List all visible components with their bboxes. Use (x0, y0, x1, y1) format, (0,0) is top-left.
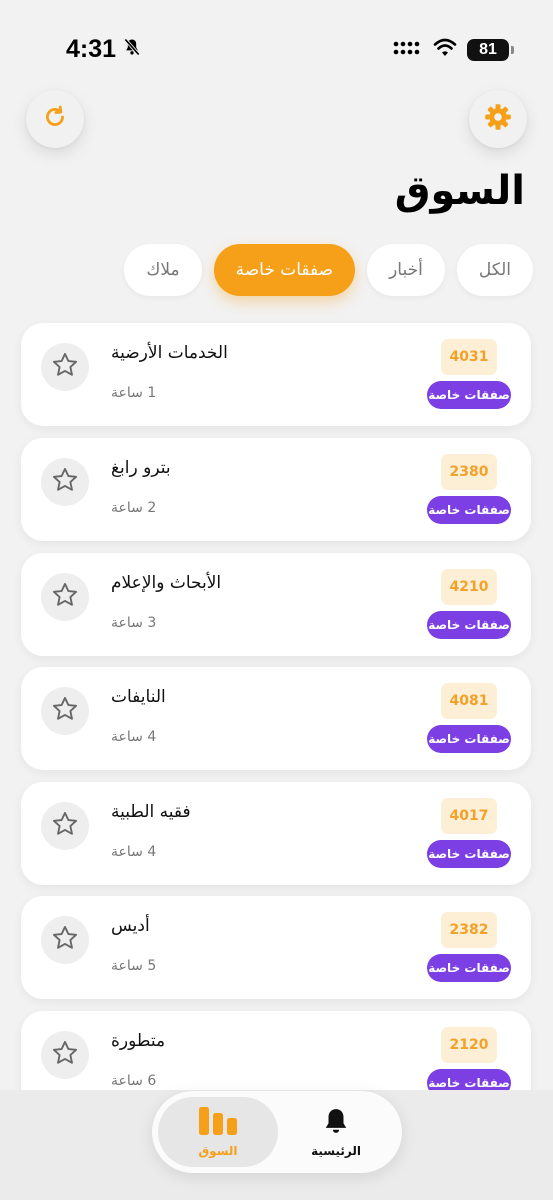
bell-icon (321, 1106, 351, 1140)
category-badge: صفقات خاصة (427, 840, 511, 868)
favorite-button[interactable] (41, 573, 89, 621)
category-badge: صفقات خاصة (427, 1069, 511, 1090)
bell-muted-icon (122, 37, 142, 61)
category-badge: صفقات خاصة (427, 611, 511, 639)
time-group: 4:31 (66, 35, 142, 64)
favorite-button[interactable] (41, 687, 89, 735)
item-title: بترو رابغ (111, 458, 171, 478)
tab-home[interactable]: الرئيسية (276, 1097, 396, 1167)
favorite-button[interactable] (41, 916, 89, 964)
list-item[interactable]: الأبحاث والإعلام 3 ساعة 4210 صفقات خاصة (21, 553, 531, 656)
gear-icon (483, 102, 513, 136)
tab-home-label: الرئيسية (311, 1144, 361, 1158)
item-time: 6 ساعة (111, 1073, 157, 1089)
category-badge: صفقات خاصة (427, 381, 511, 409)
wifi-icon (433, 38, 457, 62)
star-icon (51, 810, 79, 842)
favorite-button[interactable] (41, 1031, 89, 1079)
refresh-button[interactable] (26, 90, 84, 148)
star-icon (51, 924, 79, 956)
item-title: الخدمات الأرضية (111, 343, 228, 363)
filter-private-deals[interactable]: صفقات خاصة (213, 244, 356, 296)
stock-code-badge: 2120 (441, 1027, 497, 1063)
filter-bar: الكل أخبار صفقات خاصة ملاك (124, 244, 533, 298)
filter-owners[interactable]: ملاك (124, 244, 202, 296)
item-title: النايفات (111, 687, 166, 707)
star-icon (51, 1039, 79, 1071)
signal-icon (393, 38, 423, 62)
list-item[interactable]: النايفات 4 ساعة 4081 صفقات خاصة (21, 667, 531, 770)
item-title: متطورة (111, 1031, 166, 1051)
bar-chart-icon (198, 1106, 238, 1140)
settings-button[interactable] (469, 90, 527, 148)
stock-code-badge: 2382 (441, 912, 497, 948)
list-item[interactable]: بترو رابغ 2 ساعة 2380 صفقات خاصة (21, 438, 531, 541)
star-icon (51, 581, 79, 613)
favorite-button[interactable] (41, 802, 89, 850)
list-item[interactable]: الخدمات الأرضية 1 ساعة 4031 صفقات خاصة (21, 323, 531, 426)
filter-all[interactable]: الكل (456, 244, 533, 296)
item-time: 4 ساعة (111, 844, 157, 860)
status-time: 4:31 (66, 34, 117, 63)
bottom-tab-bar: السوق الرئيسية (152, 1091, 402, 1173)
item-time: 2 ساعة (111, 500, 157, 516)
item-time: 1 ساعة (111, 385, 157, 401)
item-title: أديس (111, 916, 150, 936)
favorite-button[interactable] (41, 458, 89, 506)
list-item[interactable]: أديس 5 ساعة 2382 صفقات خاصة (21, 896, 531, 999)
stock-code-badge: 4031 (441, 339, 497, 375)
stock-code-badge: 2380 (441, 454, 497, 490)
status-icons: 81 (393, 38, 514, 62)
item-title: الأبحاث والإعلام (111, 573, 222, 593)
item-time: 5 ساعة (111, 958, 157, 974)
item-title: فقيه الطبية (111, 802, 191, 822)
favorite-button[interactable] (41, 343, 89, 391)
star-icon (51, 695, 79, 727)
star-icon (51, 351, 79, 383)
page-title: السوق (394, 168, 525, 214)
star-icon (51, 466, 79, 498)
category-badge: صفقات خاصة (427, 725, 511, 753)
feed-list[interactable]: الخدمات الأرضية 1 ساعة 4031 صفقات خاصة ب… (0, 318, 553, 1090)
stock-code-badge: 4017 (441, 798, 497, 834)
battery-indicator: 81 (467, 39, 514, 61)
refresh-icon (41, 103, 69, 135)
category-badge: صفقات خاصة (427, 496, 511, 524)
status-bar: 4:31 81 (0, 0, 553, 100)
item-time: 4 ساعة (111, 729, 157, 745)
list-item[interactable]: متطورة 6 ساعة 2120 صفقات خاصة (21, 1011, 531, 1090)
item-time: 3 ساعة (111, 615, 157, 631)
filter-news[interactable]: أخبار (367, 244, 445, 296)
tab-market-label: السوق (198, 1144, 238, 1158)
category-badge: صفقات خاصة (427, 954, 511, 982)
stock-code-badge: 4210 (441, 569, 497, 605)
tab-market[interactable]: السوق (158, 1097, 278, 1167)
stock-code-badge: 4081 (441, 683, 497, 719)
list-item[interactable]: فقيه الطبية 4 ساعة 4017 صفقات خاصة (21, 782, 531, 885)
